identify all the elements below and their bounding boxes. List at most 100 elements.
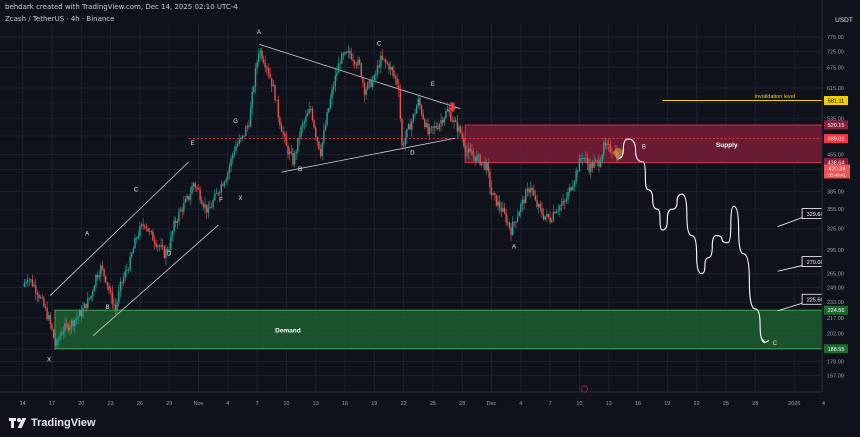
candle-body: [596, 160, 599, 162]
x-tick-label: 4: [226, 401, 229, 407]
candle-body: [251, 92, 253, 108]
candle-body: [357, 59, 359, 66]
candle: [358, 57, 361, 66]
candle-body: [90, 295, 92, 299]
candle: [502, 201, 504, 213]
y-tick-label: 455.00: [827, 152, 844, 158]
candle-body: [282, 131, 284, 134]
candle: [235, 139, 237, 152]
candle: [183, 195, 185, 215]
candle-body: [135, 237, 138, 239]
tradingview-logo[interactable]: TradingView: [9, 417, 96, 429]
symbol-line[interactable]: Zcash / TetherUS · 4h · Binance: [5, 15, 114, 23]
wave-label: A: [85, 232, 89, 238]
candle-body: [565, 198, 568, 202]
candle-body: [461, 132, 463, 138]
candle: [52, 328, 55, 339]
candle: [321, 141, 323, 161]
candle: [542, 208, 545, 222]
candle-body: [271, 77, 273, 87]
candle-body: [258, 54, 260, 63]
candle: [25, 278, 27, 287]
candle: [277, 95, 279, 122]
candle-body: [147, 228, 149, 232]
candle: [341, 51, 343, 64]
candle-body: [264, 62, 266, 68]
candle-body: [101, 265, 104, 270]
candle-body: [391, 67, 393, 71]
candle-body: [482, 161, 485, 163]
candle-body: [91, 291, 94, 296]
candle-body: [572, 186, 574, 190]
candle-body: [197, 187, 200, 190]
candle: [573, 179, 576, 192]
candle: [339, 58, 341, 71]
candle-body: [521, 199, 524, 205]
candle-body: [533, 190, 535, 196]
candle-body: [288, 151, 291, 155]
candle-body: [513, 221, 516, 223]
candle-body: [472, 154, 475, 157]
candle: [272, 80, 275, 87]
candle: [411, 118, 413, 137]
candle: [515, 221, 517, 229]
candle-countdown: 01:49:41: [828, 172, 846, 177]
y-tick-label: 295.00: [827, 248, 844, 254]
candle-body: [59, 335, 61, 340]
candle-body: [389, 67, 392, 70]
candle-body: [503, 208, 506, 214]
candle: [324, 120, 327, 132]
candle: [376, 59, 379, 79]
candle: [437, 121, 439, 131]
candle-body: [526, 188, 529, 191]
candle-body: [152, 231, 154, 241]
candle-body: [305, 116, 307, 122]
candle-body: [83, 303, 86, 309]
candle: [95, 274, 97, 290]
candle-body: [44, 306, 47, 309]
candle-body: [399, 90, 402, 120]
candle-body: [39, 297, 42, 299]
candle: [279, 115, 281, 129]
x-tick-label: 28: [459, 401, 465, 407]
candle: [181, 206, 183, 219]
candle-body: [573, 181, 576, 187]
candle: [529, 181, 532, 198]
candle: [259, 48, 262, 59]
candle-body: [275, 99, 278, 101]
candle: [124, 265, 126, 282]
candle: [524, 187, 527, 204]
candle: [367, 80, 369, 91]
candle: [194, 181, 196, 192]
candle-body: [455, 120, 457, 122]
tradingview-logo-icon: [9, 417, 27, 429]
y-tick-label: 178.00: [827, 359, 844, 365]
candle-body: [280, 125, 283, 132]
candle-body: [570, 187, 572, 190]
candle-body: [106, 282, 109, 286]
candle: [240, 136, 242, 143]
candle-body: [552, 212, 555, 221]
candle-body: [411, 120, 413, 130]
candle-body: [241, 135, 244, 138]
candle-body: [303, 121, 306, 124]
candle-body: [541, 208, 543, 215]
candle-body: [355, 64, 358, 66]
candle: [223, 180, 226, 189]
candle: [258, 48, 260, 67]
candle-body: [489, 171, 491, 188]
candle: [538, 202, 540, 214]
brand-name: TradingView: [31, 417, 96, 429]
candle: [233, 146, 236, 158]
price-chart[interactable]: Supply Demand Invalidation level 329.66 270.…: [0, 0, 860, 437]
candle-body: [609, 144, 612, 152]
candle: [287, 143, 289, 159]
candle: [518, 210, 520, 217]
candle-body: [54, 338, 56, 346]
candle-body: [28, 279, 30, 281]
candle-body: [192, 183, 195, 187]
candle-body: [77, 316, 79, 319]
candle: [329, 93, 332, 110]
candles: [23, 44, 620, 351]
x-tick-label: 22: [694, 401, 700, 407]
